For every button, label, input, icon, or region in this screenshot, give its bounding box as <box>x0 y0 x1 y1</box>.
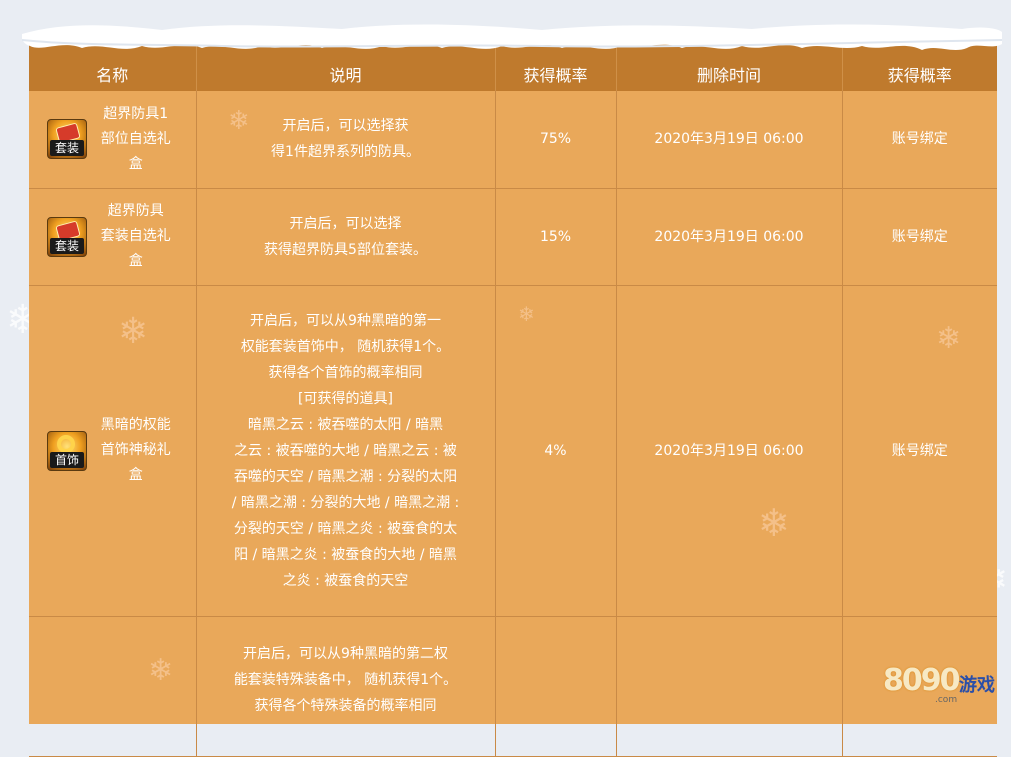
icon-tag: 套装 <box>50 140 84 157</box>
item-description-cell: 开启后，可以选择 获得超界防具5部位套装。 <box>196 188 496 286</box>
description-line: [可获得的道具] <box>298 390 393 407</box>
item-name-line: 部位自选礼盒 <box>100 130 171 172</box>
table-row: 开启后，可以从9种黑暗的第二权 能套装特殊装备中， 随机获得1个。 获得各个特殊… <box>29 616 997 757</box>
item-name-line: 首饰神秘礼盒 <box>100 442 171 483</box>
description-line: 吞噬的天空 / 暗黑之潮 : 分裂的太阳 <box>233 468 458 485</box>
item-rate-cell: 15% <box>495 188 617 286</box>
item-rate-cell <box>495 616 617 757</box>
item-binding-cell: 账号绑定 <box>842 188 997 286</box>
item-rate-cell: 75% <box>495 91 617 189</box>
table-row: 套装 超界防具 套装自选礼盒 开启后，可以选择 获得超界防具5部位套装。 15%… <box>29 188 997 286</box>
snowflake-icon: ❄ <box>936 321 962 356</box>
item-binding-cell: 账号绑定 <box>842 285 997 617</box>
item-rate-cell: 4% <box>495 285 617 617</box>
description-line: 开启后，可以从9种黑暗的第二权 <box>243 645 448 662</box>
armor-box-icon: 套装 <box>47 119 87 160</box>
item-description-cell: 开启后，可以从9种黑暗的第一 权能套装首饰中， 随机获得1个。 获得各个首饰的概… <box>196 285 496 617</box>
description-line: 暗黑之云 : 被吞噬的太阳 / 暗黑 <box>247 416 444 433</box>
site-watermark-logo: 8090 游戏 .com <box>883 657 1003 705</box>
item-delete-time-cell <box>616 616 843 757</box>
description-line: 能套装特殊装备中， 随机获得1个。 <box>233 671 458 688</box>
snow-border-decoration <box>22 24 1002 50</box>
item-name-line: 超界防具1 <box>103 105 169 122</box>
description-line: 获得超界防具5部位套装。 <box>264 241 427 258</box>
description-line: 获得各个首饰的概率相同 <box>268 364 423 381</box>
gift-probability-table: 名称 说明 获得概率 删除时间 获得概率 套装 超界防具1 部位自选礼盒 开启后… <box>29 44 997 757</box>
description-line: 获得各个特殊装备的概率相同 <box>254 697 437 714</box>
description-line: 之云 : 被吞噬的大地 / 暗黑之云 : 被 <box>234 442 457 459</box>
icon-tag: 首饰 <box>50 451 84 468</box>
icon-tag: 套装 <box>50 237 84 254</box>
snowflake-icon: ❄ <box>518 302 535 326</box>
description-line: 得1件超界系列的防具。 <box>271 144 420 161</box>
item-name-line: 黑暗的权能 <box>100 417 171 433</box>
watermark-domain: .com <box>935 695 958 705</box>
description-line: 开启后，可以从9种黑暗的第一 <box>250 312 441 329</box>
description-line: 开启后，可以选择 <box>289 215 402 232</box>
snowflake-icon: ❄ <box>148 653 174 688</box>
item-name-cell: 套装 超界防具 套装自选礼盒 <box>29 188 197 286</box>
watermark-digits: 8090 <box>883 663 960 698</box>
item-delete-time-cell: 2020年3月19日 06:00 <box>616 285 843 617</box>
description-line: 权能套装首饰中， 随机获得1个。 <box>240 338 451 355</box>
item-name-cell: 套装 超界防具1 部位自选礼盒 <box>29 91 197 189</box>
snowflake-icon: ❄ <box>758 501 790 545</box>
watermark-word: 游戏 <box>959 675 995 696</box>
table-row: 首饰 黑暗的权能 首饰神秘礼盒 开启后，可以从9种黑暗的第一 权能套装首饰中， … <box>29 285 997 617</box>
description-line: 开启后，可以选择获 <box>282 118 409 135</box>
item-delete-time-cell: 2020年3月19日 06:00 <box>616 188 843 286</box>
item-description-cell: 开启后，可以从9种黑暗的第二权 能套装特殊装备中， 随机获得1个。 获得各个特殊… <box>196 616 496 757</box>
ring-box-icon: 首饰 <box>47 430 87 471</box>
item-binding-cell: 账号绑定 <box>842 91 997 189</box>
armor-box-icon: 套装 <box>47 216 87 257</box>
description-line: 之炎 : 被蚕食的天空 <box>282 572 409 589</box>
item-delete-time-cell: 2020年3月19日 06:00 <box>616 91 843 189</box>
description-line: 阳 / 暗黑之炎 : 被蚕食的大地 / 暗黑 <box>234 546 457 563</box>
item-name-line: 超界防具 <box>107 203 164 219</box>
item-name-cell: 首饰 黑暗的权能 首饰神秘礼盒 <box>29 285 197 617</box>
snowflake-icon: ❄ <box>118 311 149 352</box>
table-row: 套装 超界防具1 部位自选礼盒 开启后，可以选择获 得1件超界系列的防具。 75… <box>29 91 997 189</box>
item-name-line: 套装自选礼盒 <box>100 228 171 269</box>
description-line: 分裂的天空 / 暗黑之炎 : 被蚕食的太 <box>233 520 458 537</box>
snowflake-icon: ❄ <box>228 106 250 136</box>
description-line: / 暗黑之潮 : 分裂的大地 / 暗黑之潮 : <box>231 494 460 511</box>
